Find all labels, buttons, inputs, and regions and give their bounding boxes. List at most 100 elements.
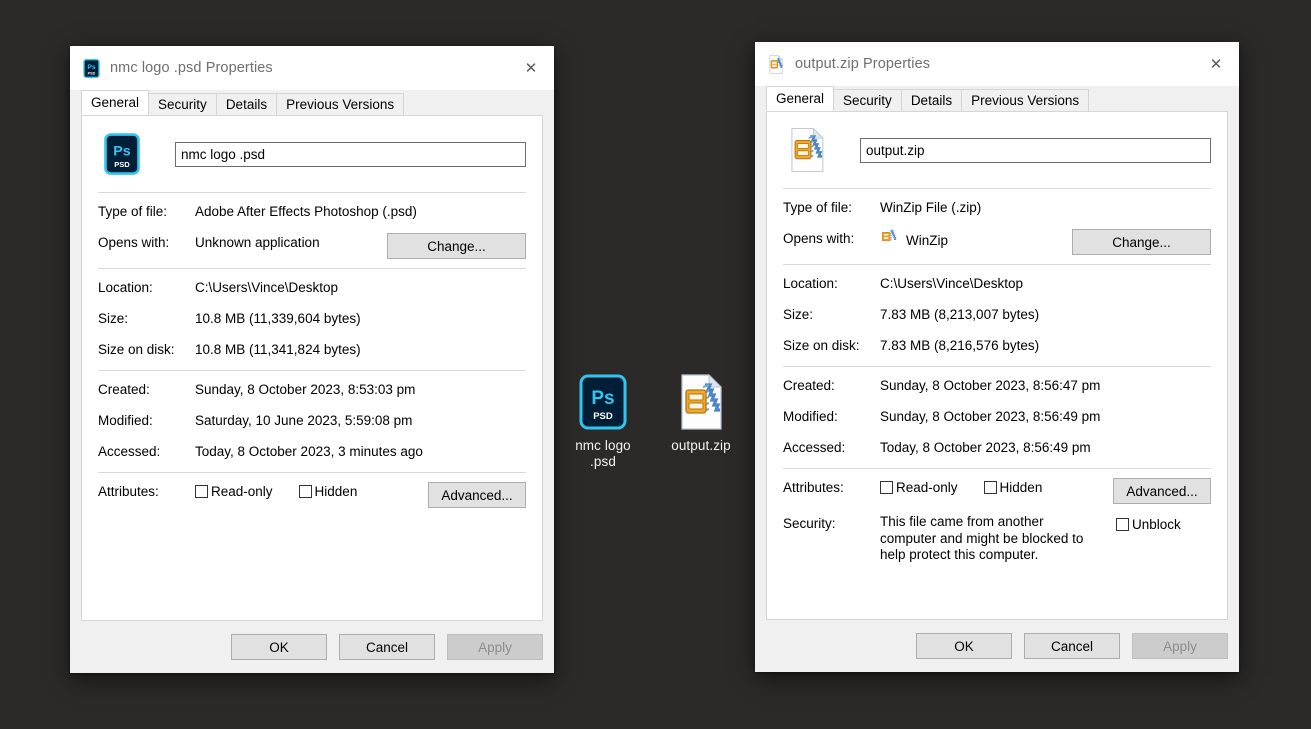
desktop-icon-nmc-logo-psd[interactable]: Ps PSD nmc logo .psd bbox=[560, 372, 646, 470]
photoshop-psd-file-icon: Ps PSD bbox=[82, 58, 100, 78]
hidden-label: Hidden bbox=[999, 480, 1043, 495]
advanced-button[interactable]: Advanced... bbox=[1113, 478, 1211, 504]
accessed-label: Accessed: bbox=[98, 444, 161, 459]
security-content: This file came from another computer and… bbox=[880, 514, 1211, 564]
window-title: nmc logo .psd Properties bbox=[110, 60, 273, 76]
file-name-row bbox=[783, 112, 1211, 188]
hidden-checkbox[interactable]: Hidden bbox=[298, 482, 357, 501]
tab-strip: General Security Details Previous Versio… bbox=[70, 90, 554, 115]
attributes-checkboxes: Read-only Hidden bbox=[195, 482, 428, 501]
tab-general[interactable]: General bbox=[766, 86, 835, 111]
winzip-archive-file-icon bbox=[783, 126, 831, 174]
dialog-footer: OK Cancel Apply bbox=[755, 620, 1239, 672]
row-size-on-disk: Size on disk: 7.83 MB (8,216,576 bytes) bbox=[783, 336, 1211, 357]
opens-with-value: Unknown application bbox=[195, 235, 320, 250]
opens-with-value-wrap: WinZip bbox=[880, 229, 1072, 252]
opens-with-label: Opens with: bbox=[98, 235, 170, 250]
modified-value: Sunday, 8 October 2023, 8:56:49 pm bbox=[880, 409, 1101, 424]
security-message: This file came from another computer and… bbox=[880, 514, 1084, 562]
created-value: Sunday, 8 October 2023, 8:53:03 pm bbox=[195, 382, 416, 397]
apply-button: Apply bbox=[447, 634, 543, 660]
winzip-archive-file-icon bbox=[767, 54, 785, 74]
attributes-label: Attributes: bbox=[98, 484, 159, 499]
svg-text:Ps: Ps bbox=[113, 144, 131, 160]
close-icon[interactable]: ✕ bbox=[508, 46, 554, 90]
window-title: output.zip Properties bbox=[795, 56, 931, 72]
size-on-disk-label: Size on disk: bbox=[98, 342, 175, 357]
row-created: Created: Sunday, 8 October 2023, 8:56:47… bbox=[783, 376, 1211, 397]
accessed-value: Today, 8 October 2023, 8:56:49 pm bbox=[880, 440, 1091, 455]
type-of-file-label: Type of file: bbox=[98, 204, 168, 219]
title-bar: output.zip Properties ✕ bbox=[755, 42, 1239, 86]
row-accessed: Accessed: Today, 8 October 2023, 8:56:49… bbox=[783, 438, 1211, 459]
desktop-icon-output-zip[interactable]: output.zip bbox=[658, 372, 744, 454]
photoshop-psd-file-icon: Ps PSD bbox=[579, 372, 627, 432]
file-name-input[interactable] bbox=[860, 137, 1211, 163]
row-opens-with: Opens with: Unknown application Change..… bbox=[98, 233, 526, 259]
cancel-button[interactable]: Cancel bbox=[1024, 633, 1120, 659]
svg-text:Ps: Ps bbox=[591, 388, 614, 409]
readonly-checkbox[interactable]: Read-only bbox=[880, 478, 958, 497]
svg-text:PSD: PSD bbox=[593, 411, 613, 422]
ok-button[interactable]: OK bbox=[231, 634, 327, 660]
size-value: 7.83 MB (8,213,007 bytes) bbox=[880, 307, 1040, 322]
dates-section: Created: Sunday, 8 October 2023, 8:56:47… bbox=[783, 367, 1211, 468]
general-tab-page: Ps PSD Type of file: Adobe After Effects… bbox=[81, 115, 543, 621]
advanced-button[interactable]: Advanced... bbox=[428, 482, 526, 508]
checkbox-box bbox=[880, 481, 893, 494]
tab-security[interactable]: Security bbox=[833, 89, 902, 111]
row-type-of-file: Type of file: WinZip File (.zip) bbox=[783, 198, 1211, 219]
row-created: Created: Sunday, 8 October 2023, 8:53:03… bbox=[98, 380, 526, 401]
readonly-checkbox[interactable]: Read-only bbox=[195, 482, 273, 501]
row-modified: Modified: Saturday, 10 June 2023, 5:59:0… bbox=[98, 411, 526, 432]
row-size-on-disk: Size on disk: 10.8 MB (11,341,824 bytes) bbox=[98, 340, 526, 361]
tab-general[interactable]: General bbox=[81, 90, 150, 115]
properties-dialog-zip: output.zip Properties ✕ General Security… bbox=[755, 42, 1239, 672]
change-button[interactable]: Change... bbox=[387, 233, 526, 259]
close-icon[interactable]: ✕ bbox=[1193, 42, 1239, 86]
desktop-screen: Ps PSD nmc logo .psd output.zip Ps PSD n… bbox=[0, 0, 1311, 729]
row-modified: Modified: Sunday, 8 October 2023, 8:56:4… bbox=[783, 407, 1211, 428]
location-section: Location: C:\Users\Vince\Desktop Size: 7… bbox=[783, 265, 1211, 366]
unblock-checkbox[interactable]: Unblock bbox=[1116, 515, 1181, 534]
attributes-section: Attributes: Read-only Hidden Advanced... bbox=[783, 469, 1211, 573]
accessed-label: Accessed: bbox=[783, 440, 846, 455]
hidden-checkbox[interactable]: Hidden bbox=[983, 478, 1043, 497]
modified-value: Saturday, 10 June 2023, 5:59:08 pm bbox=[195, 413, 413, 428]
svg-text:PSD: PSD bbox=[114, 160, 130, 169]
properties-dialog-psd: Ps PSD nmc logo .psd Properties ✕ Genera… bbox=[70, 46, 554, 673]
checkbox-box bbox=[1116, 518, 1129, 531]
file-name-input[interactable] bbox=[175, 141, 526, 167]
tab-previous-versions[interactable]: Previous Versions bbox=[276, 93, 405, 115]
tab-security[interactable]: Security bbox=[148, 93, 217, 115]
row-location: Location: C:\Users\Vince\Desktop bbox=[783, 274, 1211, 295]
opens-with-value: WinZip bbox=[906, 233, 949, 248]
size-label: Size: bbox=[783, 307, 814, 322]
change-button[interactable]: Change... bbox=[1072, 229, 1211, 255]
ok-button[interactable]: OK bbox=[916, 633, 1012, 659]
tab-details[interactable]: Details bbox=[215, 93, 278, 115]
type-of-file-value: Adobe After Effects Photoshop (.psd) bbox=[195, 204, 417, 219]
attributes-checkboxes: Read-only Hidden bbox=[880, 478, 1113, 497]
opens-with-label: Opens with: bbox=[783, 231, 855, 246]
row-attributes: Attributes: Read-only Hidden Advanced... bbox=[98, 482, 526, 508]
checkbox-box bbox=[195, 485, 208, 498]
desktop-icon-label-line2: .psd bbox=[590, 454, 616, 469]
dates-section: Created: Sunday, 8 October 2023, 8:53:03… bbox=[98, 371, 526, 472]
tab-previous-versions[interactable]: Previous Versions bbox=[961, 89, 1090, 111]
row-opens-with: Opens with: WinZip Change... bbox=[783, 229, 1211, 255]
file-name-row: Ps PSD bbox=[98, 116, 526, 192]
desktop-icon-group: Ps PSD nmc logo .psd output.zip bbox=[560, 372, 750, 470]
row-size: Size: 10.8 MB (11,339,604 bytes) bbox=[98, 309, 526, 330]
checkbox-box bbox=[298, 485, 312, 498]
dialog-footer: OK Cancel Apply bbox=[70, 621, 554, 673]
created-label: Created: bbox=[783, 378, 835, 393]
location-label: Location: bbox=[783, 276, 838, 291]
tab-strip: General Security Details Previous Versio… bbox=[755, 86, 1239, 111]
tab-details[interactable]: Details bbox=[900, 89, 963, 111]
location-value: C:\Users\Vince\Desktop bbox=[195, 280, 339, 295]
readonly-label: Read-only bbox=[896, 480, 958, 495]
size-on-disk-label: Size on disk: bbox=[783, 338, 860, 353]
size-value: 10.8 MB (11,339,604 bytes) bbox=[195, 311, 361, 326]
cancel-button[interactable]: Cancel bbox=[339, 634, 435, 660]
